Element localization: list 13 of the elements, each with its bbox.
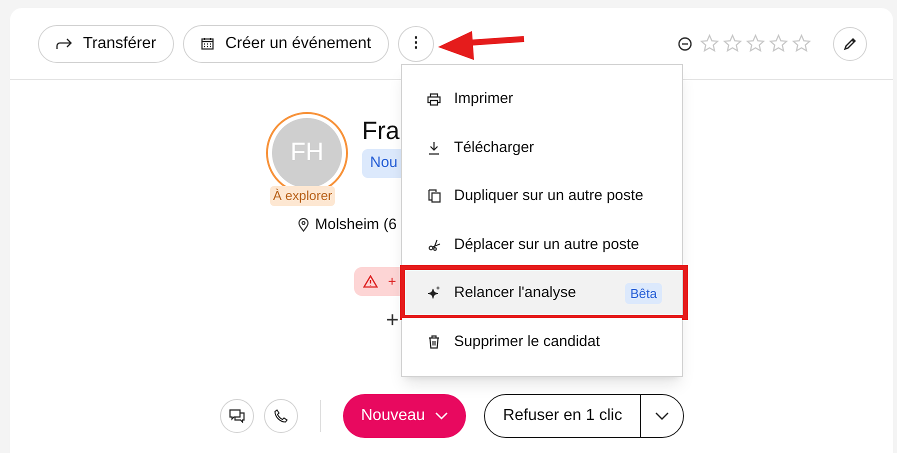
menu-item[interactable]: Dupliquer sur un autre poste xyxy=(402,172,682,220)
location-text: Molsheim (6 xyxy=(315,215,397,235)
menu-item[interactable]: Imprimer xyxy=(402,75,682,124)
menu-item[interactable]: Supprimer le candidat xyxy=(402,318,682,366)
toolbar-button[interactable]: Transférer xyxy=(38,24,174,62)
more-options-button[interactable]: ⋮ xyxy=(398,26,434,62)
reject-button[interactable]: Refuser en 1 clic xyxy=(485,395,642,437)
add-label[interactable]: + xyxy=(386,308,399,332)
candidate-name: Fra xyxy=(362,116,400,146)
stage-dropdown-button[interactable]: Nouveau xyxy=(343,394,466,438)
toolbar-button[interactable]: Créer un événement xyxy=(183,24,390,62)
menu-item[interactable]: Télécharger xyxy=(402,124,682,172)
beta-badge: Bêta xyxy=(625,282,662,304)
